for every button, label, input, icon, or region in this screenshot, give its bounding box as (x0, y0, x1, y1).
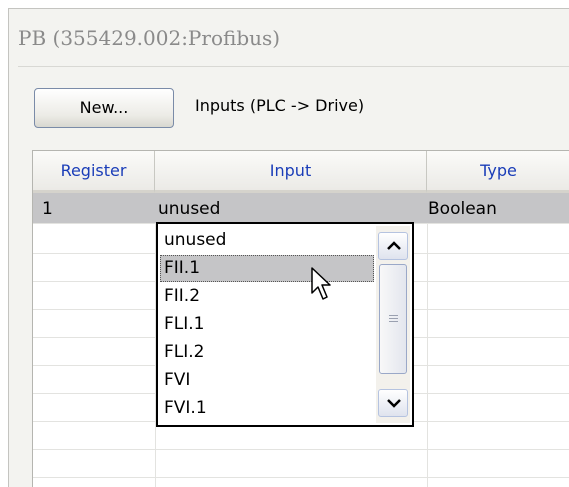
new-button[interactable]: New... (34, 88, 174, 128)
dropdown-scrollbar[interactable] (376, 226, 410, 423)
column-header-input[interactable]: Input (155, 151, 427, 193)
chevron-up-icon (387, 241, 401, 250)
mouse-cursor-icon (311, 267, 331, 300)
grip-line (389, 315, 398, 316)
grip-line (389, 321, 398, 322)
row-divider (33, 477, 569, 478)
input-dropdown-list[interactable]: unused FII.1 FII.2 FLI.1 FLI.2 FVI FVI.1 (156, 222, 414, 427)
dropdown-option-unused[interactable]: unused (160, 227, 374, 254)
scroll-up-button[interactable] (378, 232, 408, 260)
dropdown-option-fli-2[interactable]: FLI.2 (160, 339, 374, 366)
dropdown-option-fvi-1[interactable]: FVI.1 (160, 395, 374, 422)
scroll-down-button[interactable] (378, 389, 408, 417)
column-header-type[interactable]: Type (427, 151, 569, 193)
title-divider (18, 66, 569, 67)
dropdown-option-fli-1[interactable]: FLI.1 (160, 311, 374, 338)
column-header-register[interactable]: Register (33, 151, 155, 193)
column-divider (427, 223, 428, 487)
dropdown-option-fii-2[interactable]: FII.2 (160, 283, 374, 310)
cell-type[interactable]: Boolean (428, 199, 497, 219)
dropdown-option-fvi[interactable]: FVI (160, 367, 374, 394)
dropdown-option-fii-1[interactable]: FII.1 (160, 255, 374, 282)
scroll-thumb[interactable] (379, 264, 407, 374)
cell-input[interactable]: unused (158, 199, 220, 219)
cell-register[interactable]: 1 (42, 199, 53, 219)
section-label: Inputs (PLC -> Drive) (195, 96, 365, 115)
row-divider (33, 449, 569, 450)
grip-line (389, 318, 398, 319)
panel-title: PB (355429.002:Profibus) (18, 26, 281, 50)
chevron-down-icon (387, 399, 401, 408)
